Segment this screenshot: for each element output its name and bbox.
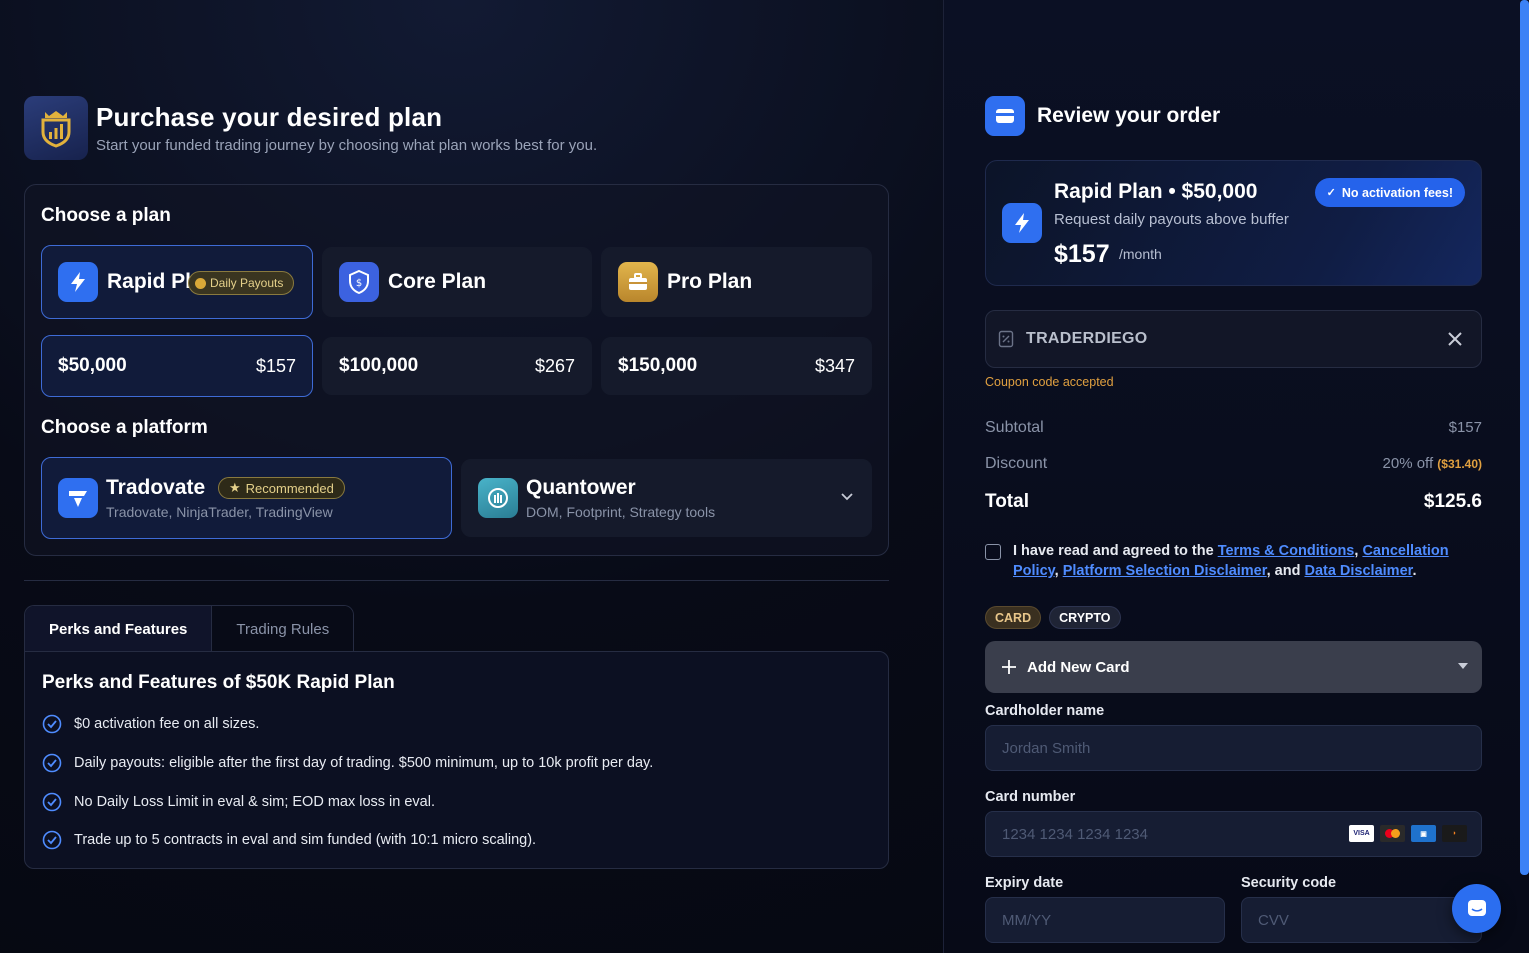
platform-disclaimer-link[interactable]: Platform Selection Disclaimer [1063, 563, 1267, 579]
platform-description: Tradovate, NinjaTrader, TradingView [106, 504, 333, 520]
lightning-icon [58, 262, 98, 302]
agree-checkbox[interactable] [985, 544, 1001, 560]
choose-platform-title: Choose a platform [41, 417, 208, 438]
shield-dollar-icon: $ [339, 262, 379, 302]
platform-option-tradovate[interactable]: Tradovate ★ Recommended Tradovate, Ninja… [41, 457, 452, 539]
order-review-panel: Review your order Rapid Plan • $50,000 R… [943, 0, 1529, 953]
terms-link[interactable]: Terms & Conditions [1218, 543, 1355, 559]
chat-support-button[interactable] [1452, 884, 1501, 933]
svg-text:$: $ [356, 278, 362, 289]
size-price: $267 [534, 355, 575, 376]
payment-method-tabs: CARD CRYPTO [985, 606, 1121, 629]
expiry-label: Expiry date [985, 875, 1064, 891]
daily-payouts-badge: Daily Payouts [188, 271, 295, 295]
coupon-tag-icon [998, 330, 1014, 348]
cardholder-label: Cardholder name [985, 703, 1105, 719]
check-circle-icon [42, 830, 62, 850]
info-tabs: Perks and Features Trading Rules [24, 605, 355, 652]
plan-option-core[interactable]: $ Core Plan [322, 247, 592, 317]
mastercard-icon [1380, 825, 1405, 842]
perks-panel: Perks and Features of $50K Rapid Plan $0… [24, 651, 889, 869]
tab-crypto[interactable]: CRYPTO [1049, 606, 1121, 629]
coupon-code: TRADERDIEGO [1026, 330, 1148, 347]
discover-icon: ◗ [1442, 825, 1467, 842]
account-size-150k[interactable]: $150,000 $347 [601, 337, 872, 395]
perks-title: Perks and Features of $50K Rapid Plan [42, 672, 395, 693]
add-new-card-dropdown[interactable]: Add New Card [985, 641, 1482, 693]
plan-configurator: Choose a plan Rapid Plan Daily Payouts $… [24, 184, 889, 556]
chevron-down-icon[interactable] [841, 488, 853, 504]
terms-agreement: I have read and agreed to the Terms & Co… [985, 541, 1482, 581]
perk-item: $0 activation fee on all sizes. [42, 714, 259, 734]
chat-icon [1467, 899, 1486, 916]
tab-card[interactable]: CARD [985, 606, 1042, 629]
total-row: Total $125.6 [985, 491, 1482, 512]
check-circle-icon [42, 753, 62, 773]
tab-trading-rules[interactable]: Trading Rules [211, 606, 354, 652]
platform-name: Tradovate [106, 476, 206, 499]
plan-option-pro[interactable]: Pro Plan [601, 247, 872, 317]
plan-label: Core Plan [388, 270, 487, 293]
platform-option-quantower[interactable]: Quantower DOM, Footprint, Strategy tools [461, 459, 872, 537]
tradovate-logo-icon [58, 478, 98, 518]
visa-icon: VISA [1349, 825, 1374, 842]
coupon-field[interactable]: TRADERDIEGO [985, 310, 1482, 368]
check-circle-icon [42, 714, 62, 734]
recommended-badge: ★ Recommended [218, 477, 345, 499]
crown-shield-icon [41, 111, 71, 148]
card-number-label: Card number [985, 789, 1076, 805]
perk-item: No Daily Loss Limit in eval & sim; EOD m… [42, 792, 435, 812]
card-icon [985, 96, 1025, 136]
platform-name: Quantower [526, 476, 636, 499]
plus-icon [1002, 660, 1016, 674]
subtotal-row: Subtotal $157 [985, 419, 1482, 436]
plan-selection-panel: Purchase your desired plan Start your fu… [0, 0, 943, 953]
size-price: $347 [814, 355, 855, 376]
section-divider [24, 580, 889, 581]
perk-item: Trade up to 5 contracts in eval and sim … [42, 830, 536, 850]
caret-down-icon [1458, 663, 1468, 669]
check-circle-icon [42, 792, 62, 812]
page-subtitle: Start your funded trading journey by cho… [96, 137, 598, 154]
coin-icon [195, 277, 206, 289]
no-activation-fee-badge: ✓ No activation fees! [1314, 178, 1465, 207]
size-price: $157 [255, 355, 296, 376]
size-amount: $100,000 [339, 355, 419, 376]
order-summary-card: Rapid Plan • $50,000 Request daily payou… [985, 160, 1482, 286]
quantower-logo-icon [478, 478, 518, 518]
account-size-100k[interactable]: $100,000 $267 [322, 337, 592, 395]
review-title: Review your order [1037, 104, 1221, 127]
cardholder-name-input[interactable] [985, 725, 1482, 771]
order-plan-description: Request daily payouts above buffer [1054, 211, 1289, 228]
choose-plan-title: Choose a plan [41, 205, 171, 226]
discount-row: Discount 20% off ($31.40) [985, 455, 1482, 472]
check-icon: ✓ [1326, 187, 1336, 199]
order-billing-period: /month [1119, 246, 1162, 262]
platform-description: DOM, Footprint, Strategy tools [526, 504, 716, 520]
expiry-date-input[interactable] [985, 897, 1225, 943]
card-brand-logos: VISA ▣ ◗ [1349, 825, 1467, 842]
page-title: Purchase your desired plan [96, 102, 443, 132]
perk-item: Daily payouts: eligible after the first … [42, 753, 653, 773]
briefcase-icon [618, 262, 658, 302]
brand-logo [24, 96, 88, 160]
close-icon[interactable] [1447, 327, 1463, 353]
tab-perks-and-features[interactable]: Perks and Features [25, 606, 212, 652]
order-plan-name: Rapid Plan • $50,000 [1054, 180, 1258, 203]
star-icon: ★ [229, 480, 241, 495]
account-size-50k[interactable]: $50,000 $157 [41, 335, 313, 397]
data-disclaimer-link[interactable]: Data Disclaimer [1304, 563, 1412, 579]
scrollbar[interactable] [1520, 0, 1529, 875]
size-amount: $150,000 [618, 355, 698, 376]
plan-option-rapid[interactable]: Rapid Plan Daily Payouts [41, 245, 313, 319]
amex-icon: ▣ [1411, 825, 1436, 842]
security-code-label: Security code [1241, 875, 1337, 891]
security-code-input[interactable] [1241, 897, 1482, 943]
coupon-status: Coupon code accepted [985, 375, 1114, 389]
lightning-icon [1002, 203, 1042, 243]
order-price: $157 [1054, 240, 1110, 268]
size-amount: $50,000 [58, 355, 127, 376]
plan-label: Pro Plan [667, 270, 753, 293]
